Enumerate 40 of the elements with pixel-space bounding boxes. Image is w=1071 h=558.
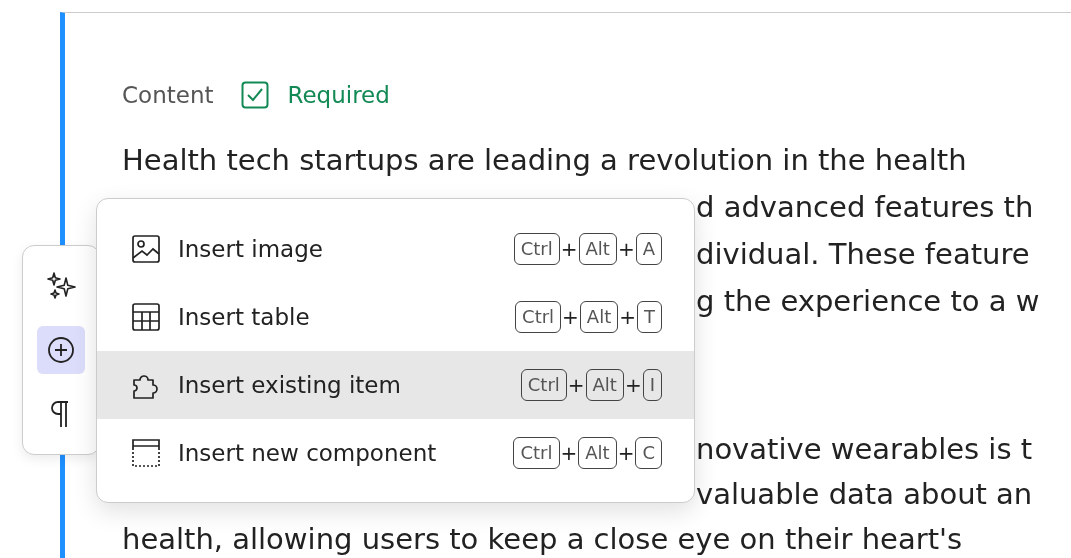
key-cap: Alt — [585, 369, 624, 401]
paragraph-text: health, allowing users to keep a close eye on their heart's — [122, 523, 963, 556]
key-cap: C — [635, 437, 662, 469]
plus-sign: + — [561, 305, 580, 329]
insert-button[interactable] — [37, 326, 85, 374]
menu-item[interactable]: Insert table Ctrl + Alt + T — [97, 283, 694, 351]
plus-sign: + — [616, 237, 636, 261]
menu-item[interactable]: Insert existing item Ctrl + Alt + I — [97, 351, 694, 419]
paragraph-text: novative wearables is t — [696, 433, 1033, 466]
paragraph-text: Health tech startups are leading a revolution in the health — [122, 144, 967, 177]
image-icon — [131, 234, 161, 264]
plus-sign: + — [616, 441, 636, 465]
key-cap: Ctrl — [520, 369, 567, 401]
plus-sign: + — [623, 373, 643, 397]
key-cap: Alt — [579, 301, 619, 333]
menu-item[interactable]: Insert image Ctrl + Alt + A — [97, 215, 694, 283]
required-label: Required — [287, 82, 390, 108]
sparkles-icon — [45, 270, 77, 302]
key-cap: Ctrl — [513, 233, 560, 265]
key-cap: I — [642, 369, 662, 401]
plus-sign: + — [618, 305, 637, 329]
key-cap: Ctrl — [513, 437, 560, 469]
checkbox[interactable] — [241, 81, 270, 109]
plus-sign: + — [566, 373, 586, 397]
key-cap: T — [637, 301, 662, 333]
key-cap: Alt — [578, 437, 617, 469]
paragraph-text: dividual. These feature — [696, 238, 1030, 271]
component-icon — [131, 438, 161, 468]
paragraph-text: valuable data about an — [696, 478, 1033, 511]
paragraph-text: d advanced features th — [696, 191, 1034, 224]
key-cap: Ctrl — [515, 301, 562, 333]
field-label: Content — [122, 82, 214, 108]
key-cap: A — [635, 233, 662, 265]
plus-circle-icon — [45, 334, 77, 366]
key-cap: Alt — [578, 233, 617, 265]
paragraph-text: g the experience to a w — [696, 285, 1040, 318]
plus-sign: + — [559, 237, 579, 261]
table-icon — [131, 302, 161, 332]
menu-item[interactable]: Insert new component Ctrl + Alt + C — [97, 419, 694, 487]
plus-sign: + — [559, 441, 579, 465]
